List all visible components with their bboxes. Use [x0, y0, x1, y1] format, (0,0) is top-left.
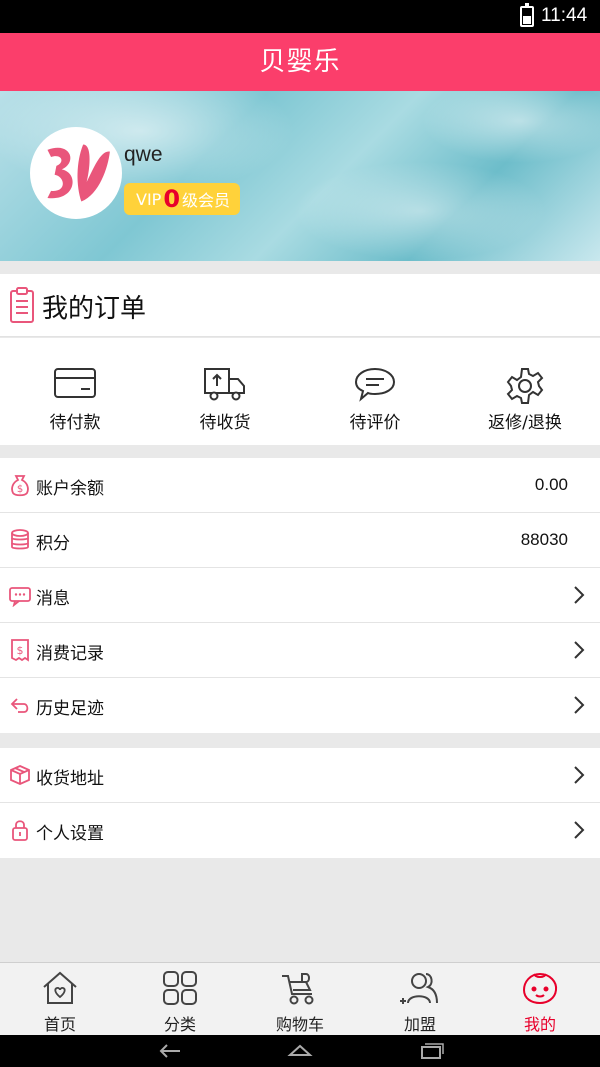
tab-label: 首页 — [43, 1015, 76, 1034]
order-status-row: 待付款 待收货 待评价 返修/退换 — [0, 338, 600, 445]
status-bar: 11:44 — [0, 0, 600, 33]
order-return-exchange[interactable]: 返修/退换 — [450, 338, 600, 445]
profile-banner: qwe VIP 0 级会员 — [0, 91, 600, 261]
list-item-label: 积分 — [36, 534, 70, 554]
order-list-icon — [10, 287, 34, 323]
app-title: 贝婴乐 — [0, 33, 600, 91]
list-item-label: 历史足迹 — [36, 699, 104, 719]
tab-label: 分类 — [163, 1015, 196, 1034]
my-orders-title: 我的订单 — [42, 294, 147, 324]
recents-icon[interactable] — [418, 1041, 444, 1061]
chevron-right-icon — [574, 586, 585, 604]
list-item-points[interactable]: 积分 88030 — [0, 513, 600, 568]
add-user-icon — [400, 973, 438, 1004]
home-icon — [43, 971, 77, 1004]
message-icon — [9, 587, 31, 607]
bottom-tab-bar: 首页 分类 购物车 加盟 我的 — [0, 962, 600, 1035]
grid-icon — [163, 971, 197, 1005]
status-time: 11:44 — [541, 5, 588, 26]
vip-badge: VIP 0 级会员 — [124, 183, 241, 215]
list-item-address[interactable]: 收货地址 — [0, 748, 600, 803]
tab-label: 我的 — [523, 1015, 556, 1034]
coins-icon — [11, 529, 29, 550]
username: qwe — [124, 143, 163, 166]
order-pending-receipt[interactable]: 待收货 — [150, 338, 300, 445]
tab-join[interactable]: 加盟 — [360, 963, 480, 1035]
package-icon — [10, 765, 30, 785]
lock-icon — [12, 820, 28, 841]
tab-me[interactable]: 我的 — [480, 963, 600, 1035]
list-item-personal-settings[interactable]: 个人设置 — [0, 803, 600, 858]
history-icon — [10, 698, 29, 713]
avatar[interactable] — [30, 127, 122, 219]
chevron-right-icon — [574, 641, 585, 659]
order-pending-payment[interactable]: 待付款 — [0, 338, 150, 445]
system-nav-bar — [0, 1035, 600, 1067]
brand-logo-icon — [35, 132, 117, 214]
balance-value: 0.00 — [534, 475, 568, 494]
comment-icon — [354, 367, 396, 402]
order-item-label: 待评价 — [349, 413, 401, 433]
svg-text:$: $ — [17, 644, 24, 657]
tab-label: 购物车 — [275, 1015, 324, 1034]
list-item-spending-records[interactable]: $ 消费记录 — [0, 623, 600, 678]
list-item-messages[interactable]: 消息 — [0, 568, 600, 623]
receipt-icon: $ — [11, 639, 29, 662]
points-value: 88030 — [520, 530, 568, 549]
tab-home[interactable]: 首页 — [0, 963, 120, 1035]
me-icon — [522, 972, 558, 1005]
order-item-label: 待付款 — [49, 413, 101, 433]
list-item-label: 消息 — [36, 589, 70, 609]
tab-cart[interactable]: 购物车 — [240, 963, 360, 1035]
battery-icon — [520, 3, 534, 27]
tab-category[interactable]: 分类 — [120, 963, 240, 1035]
truck-icon — [204, 368, 245, 401]
account-list: $ 账户余额 0.00 积分 88030 消息 $ 消费记录 历史足迹 — [0, 458, 600, 733]
home-button-icon[interactable] — [287, 1041, 313, 1061]
gear-icon — [506, 368, 544, 404]
card-icon — [54, 368, 96, 398]
chevron-right-icon — [574, 766, 585, 784]
settings-list: 收货地址 个人设置 — [0, 748, 600, 858]
chevron-right-icon — [574, 821, 585, 839]
list-item-label: 收货地址 — [36, 769, 104, 789]
list-item-label: 消费记录 — [36, 644, 104, 664]
vip-level: 0 — [163, 185, 181, 213]
chevron-right-icon — [574, 696, 585, 714]
back-icon[interactable] — [158, 1041, 184, 1061]
vip-prefix: VIP — [136, 189, 162, 209]
tab-label: 加盟 — [403, 1015, 436, 1034]
list-item-label: 账户余额 — [36, 479, 104, 499]
cart-icon — [282, 973, 314, 1005]
list-item-history[interactable]: 历史足迹 — [0, 678, 600, 733]
vip-suffix: 级会员 — [182, 191, 231, 210]
order-item-label: 返修/退换 — [488, 413, 562, 433]
list-item-label: 个人设置 — [36, 824, 104, 844]
list-item-balance[interactable]: $ 账户余额 0.00 — [0, 458, 600, 513]
svg-text:$: $ — [17, 484, 23, 495]
order-pending-review[interactable]: 待评价 — [300, 338, 450, 445]
my-orders-header[interactable]: 我的订单 — [0, 274, 600, 337]
money-bag-icon: $ — [11, 475, 29, 497]
order-item-label: 待收货 — [199, 413, 251, 433]
